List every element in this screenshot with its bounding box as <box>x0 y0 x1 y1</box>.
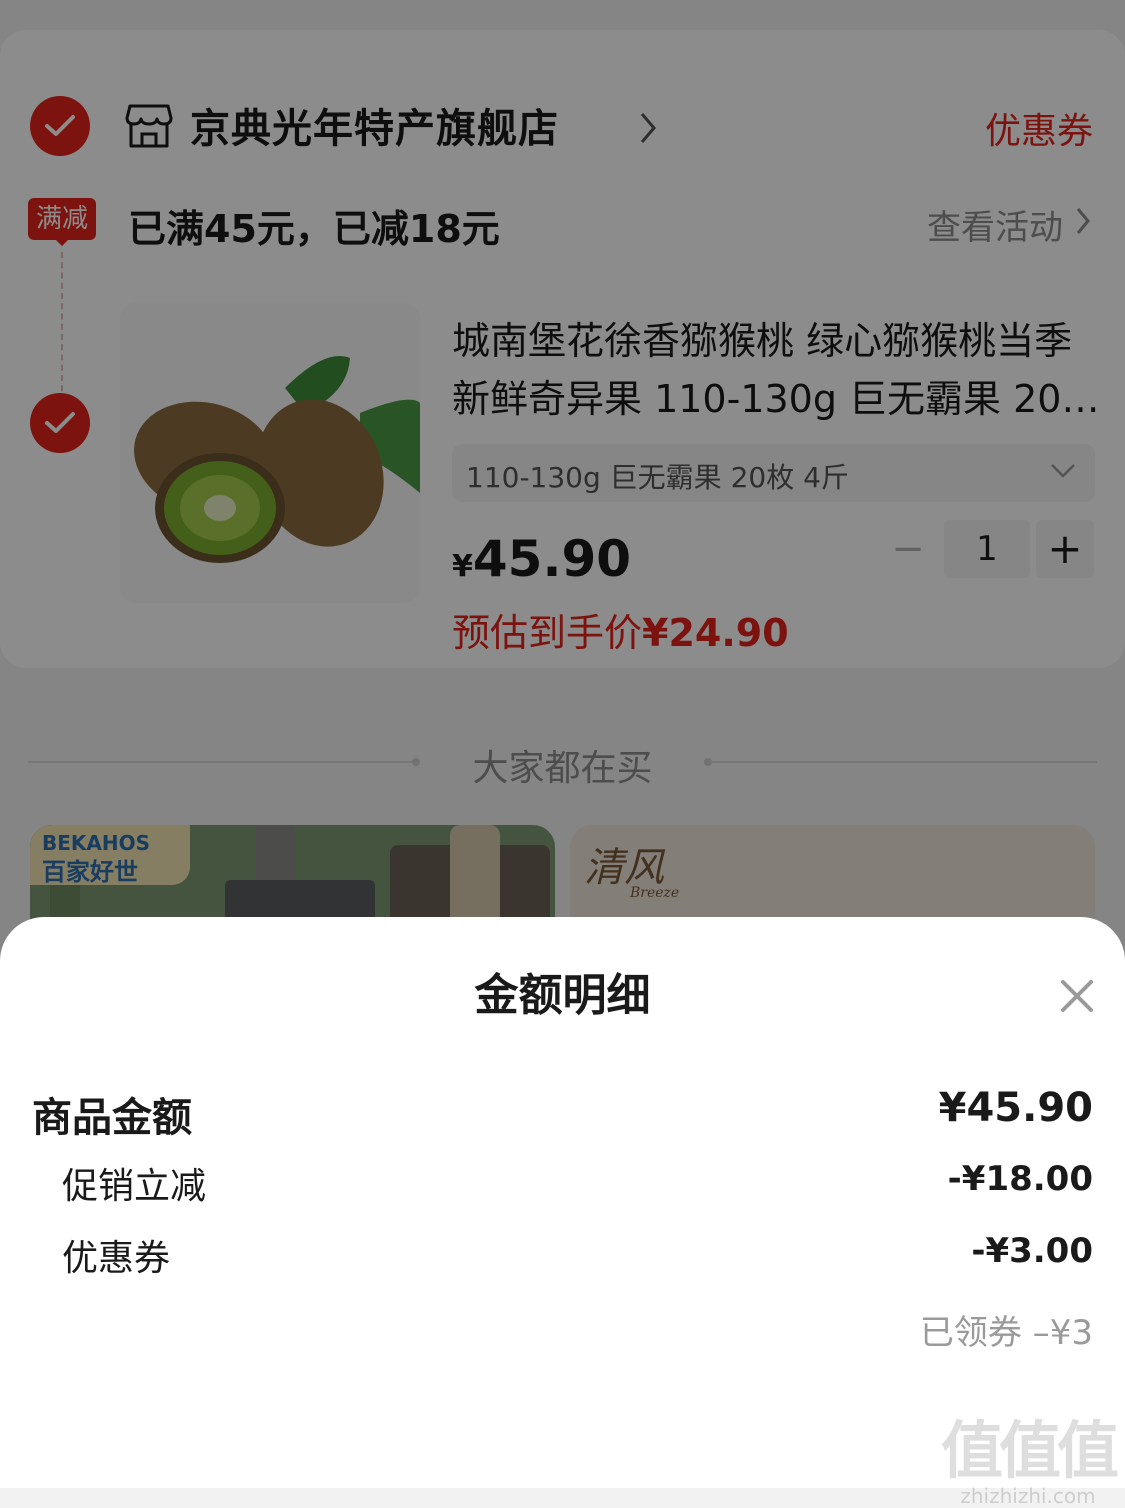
watermark: 值值值 zhizhizhi.com <box>940 1400 1119 1508</box>
claimed-coupon-note: 已领券 –¥3 <box>919 1313 1093 1353</box>
promo-discount-value: -¥18.00 <box>947 1159 1093 1199</box>
promo-discount-label: 促销立减 <box>62 1166 207 1207</box>
sheet-title: 金额明细 <box>474 970 651 1021</box>
total-label: 商品金额 <box>32 1095 192 1141</box>
coupon-discount-value: -¥3.00 <box>971 1231 1093 1271</box>
close-icon[interactable] <box>1056 975 1098 1017</box>
total-value: ¥45.90 <box>938 1085 1093 1131</box>
coupon-discount-label: 优惠券 <box>62 1238 171 1279</box>
watermark-cn: 值值值 <box>940 1414 1119 1487</box>
